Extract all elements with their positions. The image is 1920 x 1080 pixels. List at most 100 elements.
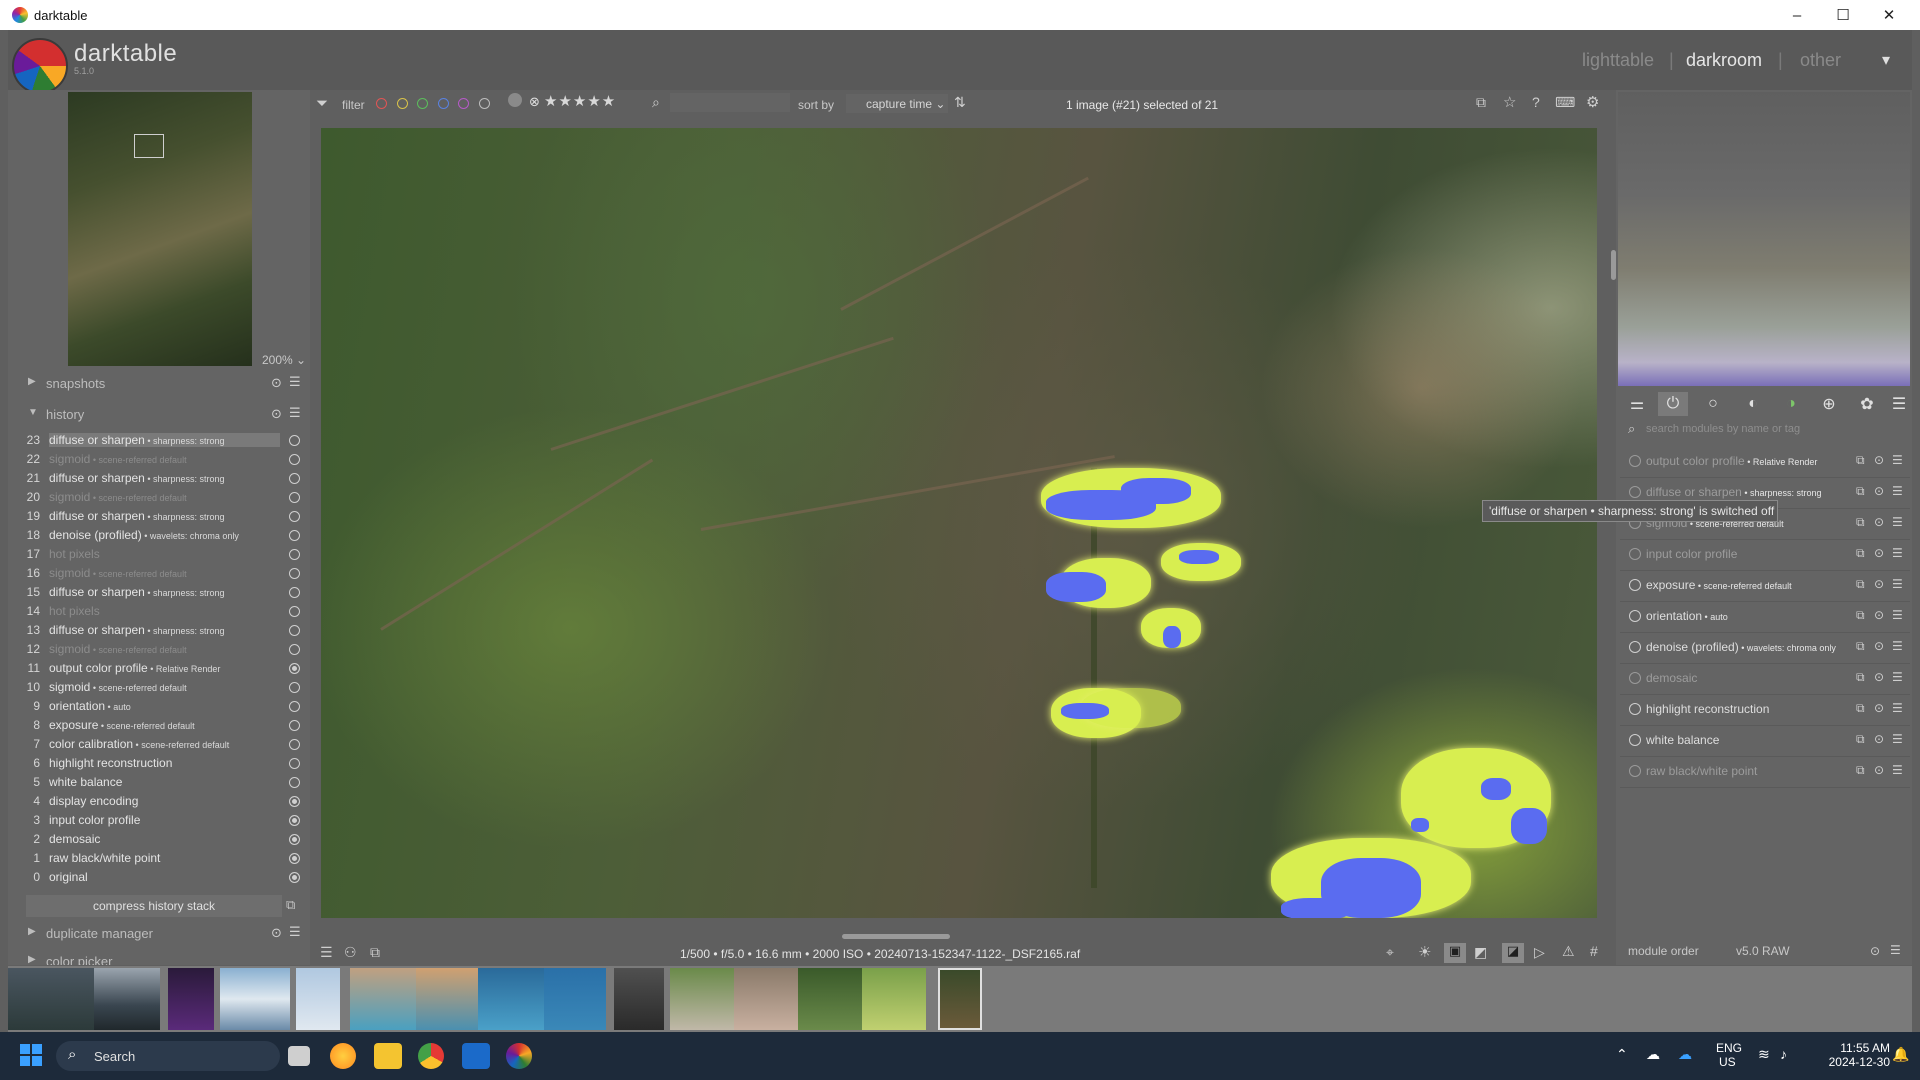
module-group-tone-icon[interactable]: ◐ (1738, 392, 1768, 416)
filmstrip-thumbnail[interactable] (734, 968, 798, 1030)
module-group-active-icon[interactable]: ⏻ (1658, 392, 1688, 416)
minimize-button[interactable]: – (1774, 0, 1820, 30)
view-lighttable[interactable]: lighttable (1582, 50, 1654, 71)
history-item[interactable]: 20 sigmoid • scene-referred default (18, 490, 306, 509)
darktable-taskbar-icon[interactable] (506, 1043, 532, 1069)
module-power-icon[interactable] (1629, 610, 1641, 622)
reset-icon[interactable]: ⊙ (1874, 670, 1884, 684)
multi-instance-icon[interactable]: ⧉ (1856, 763, 1865, 778)
color-label-gray-icon[interactable] (478, 98, 490, 109)
reset-icon[interactable]: ⊙ (1874, 484, 1884, 498)
presets-menu-icon[interactable]: ☰ (1892, 670, 1903, 684)
cloud-icon[interactable]: ☁ (1646, 1046, 1660, 1063)
multi-instance-icon[interactable]: ⧉ (1856, 484, 1865, 499)
reset-icon[interactable]: ⊙ (1874, 546, 1884, 560)
clipping-icon[interactable]: ◩ (1474, 944, 1487, 961)
presets-menu-icon[interactable]: ☰ (1892, 515, 1903, 529)
module-group-effect-icon[interactable]: ✿ (1852, 392, 1882, 416)
onedrive-icon[interactable]: ☁ (1678, 1046, 1692, 1063)
preferences-gear-icon[interactable]: ⚙ (1586, 93, 1599, 111)
outlook-icon[interactable] (462, 1043, 490, 1069)
keyboard-shortcuts-icon[interactable]: ⌨ (1555, 94, 1575, 111)
history-item[interactable]: 8 exposure • scene-referred default (18, 718, 306, 737)
multi-instance-icon[interactable]: ⧉ (1856, 639, 1865, 654)
styles-icon[interactable]: ⚇ (344, 944, 357, 961)
softproof-icon[interactable]: ▷ (1534, 944, 1545, 961)
sort-order-icon[interactable]: ⇅ (954, 94, 966, 111)
history-item[interactable]: 16 sigmoid • scene-referred default (18, 566, 306, 585)
multi-instance-icon[interactable]: ⧉ (1856, 670, 1865, 685)
color-label-yellow-icon[interactable] (396, 98, 408, 109)
reset-icon[interactable]: ⊙ (1874, 453, 1884, 467)
history-item[interactable]: 10 sigmoid • scene-referred default (18, 680, 306, 699)
file-explorer-icon[interactable] (374, 1043, 402, 1069)
multi-instance-icon[interactable]: ⧉ (1856, 732, 1865, 747)
module-header[interactable]: exposure • scene-referred default ⧉ ⊙ ☰ (1620, 570, 1910, 602)
filmstrip-thumbnail[interactable] (168, 968, 214, 1030)
module-group-quick-access-icon[interactable]: ⚌ (1622, 392, 1652, 416)
history-item[interactable]: 21 diffuse or sharpen • sharpness: strong (18, 471, 306, 490)
module-header[interactable]: denoise (profiled) • wavelets: chroma on… (1620, 632, 1910, 664)
module-header[interactable]: demosaic ⧉ ⊙ ☰ (1620, 663, 1910, 695)
module-power-icon[interactable] (1629, 672, 1641, 684)
language-indicator[interactable]: ENG US (1716, 1041, 1742, 1069)
horizontal-scrollbar[interactable] (842, 934, 950, 939)
multi-instance-icon[interactable]: ⧉ (1856, 701, 1865, 716)
color-toggle-icon[interactable] (508, 93, 522, 107)
multi-instance-icon[interactable]: ⧉ (1856, 453, 1865, 468)
module-search-field[interactable]: ⌕ search modules by name or tag (1622, 420, 1908, 440)
color-label-purple-icon[interactable] (458, 98, 469, 109)
navigation-viewport[interactable] (134, 134, 164, 158)
module-power-icon[interactable] (1629, 455, 1641, 467)
view-darkroom[interactable]: darkroom (1686, 50, 1762, 71)
module-header[interactable]: white balance ⧉ ⊙ ☰ (1620, 725, 1910, 757)
history-item[interactable]: 14 hot pixels (18, 604, 306, 623)
compress-history-button[interactable]: compress history stack (26, 895, 282, 917)
presets-menu-icon[interactable]: ☰ (289, 924, 301, 940)
color-label-red-icon[interactable] (376, 98, 387, 109)
module-group-presets-icon[interactable]: ☰ (1884, 392, 1914, 416)
module-power-icon[interactable] (1629, 486, 1641, 498)
reset-icon[interactable]: ⊙ (1874, 577, 1884, 591)
module-power-icon[interactable] (1629, 765, 1641, 777)
history-item[interactable]: 4 display encoding (18, 794, 306, 813)
color-label-blue-icon[interactable] (437, 98, 449, 109)
search-icon[interactable]: ⌕ (652, 94, 660, 111)
rating-filter-stars[interactable]: ★★★★★ (544, 92, 616, 110)
filmstrip-thumbnail[interactable] (220, 968, 290, 1030)
history-item[interactable]: 9 orientation • auto (18, 699, 306, 718)
reset-icon[interactable]: ⊙ (1874, 701, 1884, 715)
filmstrip-thumbnail[interactable] (798, 968, 862, 1030)
filmstrip-thumbnail[interactable] (670, 968, 734, 1030)
presets-menu-icon[interactable]: ☰ (1892, 453, 1903, 467)
sort-dropdown[interactable]: capture time ⌄ (846, 94, 948, 113)
grouping-icon[interactable]: ⧉ (1476, 94, 1486, 111)
history-item[interactable]: 7 color calibration • scene-referred defa… (18, 737, 306, 756)
gamut-check-icon[interactable]: ⚠ (1562, 943, 1575, 960)
presets-menu-icon[interactable]: ☰ (1892, 732, 1903, 746)
color-label-green-icon[interactable] (417, 98, 428, 109)
module-header[interactable]: output color profile • Relative Render ⧉ ⊙… (1620, 446, 1910, 478)
reset-icon[interactable]: ⊙ (1870, 944, 1880, 958)
filmstrip-thumbnail[interactable] (416, 968, 478, 1030)
history-item[interactable]: 17 hot pixels (18, 547, 306, 566)
history-item[interactable]: 13 diffuse or sharpen • sharpness: strong (18, 623, 306, 642)
presets-menu-icon[interactable]: ☰ (1892, 763, 1903, 777)
module-order-value[interactable]: v5.0 RAW (1736, 944, 1790, 958)
presets-menu-icon[interactable]: ☰ (1892, 608, 1903, 622)
module-header[interactable]: raw black/white point ⧉ ⊙ ☰ (1620, 756, 1910, 788)
overexposure-indicator-icon[interactable]: ◪ (1502, 943, 1524, 963)
task-view-icon[interactable] (288, 1046, 310, 1066)
filmstrip-thumbnail[interactable] (350, 968, 416, 1030)
close-button[interactable]: ✕ (1866, 0, 1912, 30)
text-search-input[interactable] (670, 93, 790, 112)
history-item[interactable]: 22 sigmoid • scene-referred default (18, 452, 306, 471)
multi-instance-icon[interactable]: ⧉ (1856, 608, 1865, 623)
presets-menu-icon[interactable]: ☰ (1890, 943, 1901, 957)
taskbar-search-box[interactable]: ⌕ Search (56, 1041, 280, 1071)
reset-icon[interactable]: ⊙ (271, 406, 282, 422)
module-group-correct-icon[interactable]: ⊕ (1814, 392, 1844, 416)
reset-icon[interactable]: ⊙ (271, 375, 282, 391)
second-window-icon[interactable]: ⧉ (370, 944, 380, 961)
focus-peaking-icon[interactable]: ⌖ (1386, 944, 1394, 961)
